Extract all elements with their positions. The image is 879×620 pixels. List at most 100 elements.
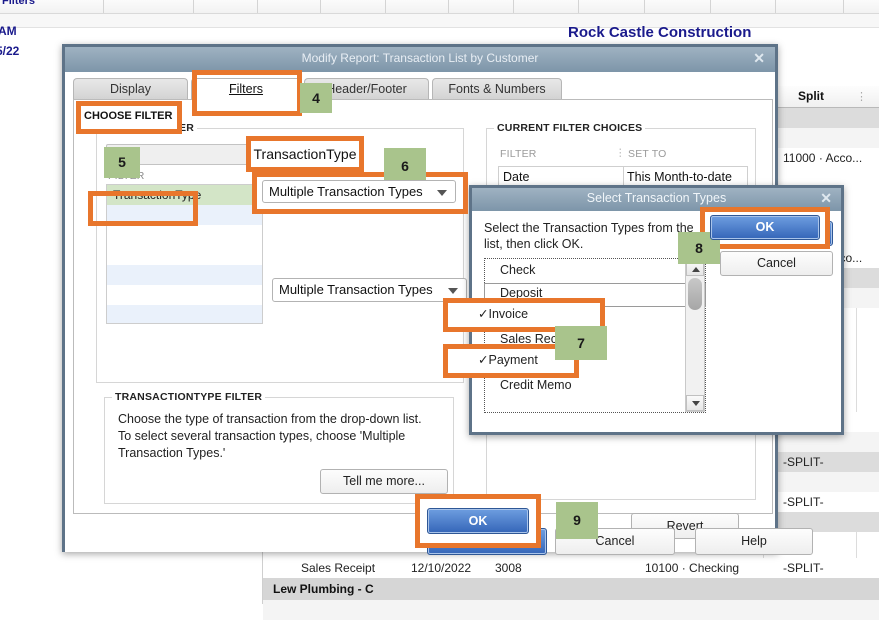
tab-display[interactable]: Display [73, 78, 188, 100]
list-item[interactable] [107, 225, 262, 245]
list-item-label: Credit Memo [500, 378, 572, 392]
cell-split: -SPLIT- [783, 455, 824, 469]
cell-split: -SPLIT- [783, 561, 824, 575]
cell-divider [623, 167, 624, 187]
modify-report-title: Modify Report: Transaction List by Custo… [301, 51, 539, 65]
list-item-sales-receipt[interactable]: Sales Receipt [485, 328, 705, 351]
cell-date: 12/10/2022 [411, 561, 472, 575]
scroll-up-button[interactable] [686, 260, 704, 276]
list-item-label: Invoice [500, 309, 540, 323]
chevron-down-icon[interactable] [448, 288, 458, 294]
tab-filters-label: Filters [228, 82, 264, 96]
filter-list[interactable]: TransactionType [106, 184, 263, 324]
table-row[interactable]: Sales Receipt 12/10/2022 3008 10100 · Ch… [263, 558, 879, 578]
select-types-cancel-label: Cancel [757, 256, 796, 270]
report-date-stamp: 5/22 [0, 44, 20, 58]
toolbar-divider [257, 0, 258, 13]
report-company-name: Rock Castle Construction [568, 24, 752, 41]
toolbar-divider [775, 0, 776, 13]
column-resize-handle-icon[interactable]: ⋮ [615, 147, 626, 159]
tab-fonts-numbers[interactable]: Fonts & Numbers [432, 78, 562, 100]
column-header-set-to: SET TO [628, 148, 667, 160]
toolbar-divider [513, 0, 514, 13]
modify-report-cancel-button[interactable]: Cancel [555, 528, 675, 555]
checkmark-icon: ✓ [489, 309, 500, 323]
modify-report-titlebar[interactable]: Modify Report: Transaction List by Custo… [65, 47, 775, 72]
list-item-check[interactable]: Check [485, 259, 705, 282]
modify-report-help-button[interactable]: Help [695, 528, 813, 555]
transaction-type-select-value: Multiple Transaction Types [279, 282, 433, 297]
toolbar-divider [320, 0, 321, 13]
modify-report-help-label: Help [741, 534, 767, 548]
cell-filter-name: Date [503, 170, 530, 184]
cell-transaction-type: Sales Receipt [301, 561, 376, 575]
filter-search-input[interactable]: tr [106, 144, 268, 165]
close-icon[interactable]: ✕ [753, 50, 765, 67]
list-item-label: Payment [500, 355, 550, 369]
select-transaction-types-titlebar[interactable]: Select Transaction Types ✕ [472, 188, 841, 211]
toolbar-divider [644, 0, 645, 13]
table-row[interactable] [263, 600, 879, 620]
list-item-payment[interactable]: ✓Payment [485, 351, 705, 374]
select-types-ok-label: OK [767, 226, 786, 240]
filter-list-column-header: FILTER [108, 170, 145, 182]
list-item-credit-memo[interactable]: Credit Memo [485, 374, 705, 397]
tab-filters[interactable]: Filters [191, 78, 301, 100]
list-item-invoice[interactable]: ✓Invoice [485, 305, 705, 328]
list-item-deposit[interactable]: Deposit [485, 282, 705, 305]
cell-split: 11000 · Acco... [783, 151, 863, 165]
checkmark-icon: ✓ [489, 355, 500, 369]
group-row-label: Lew Plumbing - C [273, 582, 374, 596]
triangle-up-icon [692, 267, 700, 272]
cell-num: 3008 [495, 561, 522, 575]
select-transaction-types-dialog: Select Transaction Types ✕ Select the Tr… [469, 185, 844, 435]
tell-me-more-label: Tell me more... [343, 474, 425, 488]
list-item[interactable] [107, 265, 262, 285]
toolbar-divider [385, 0, 386, 13]
tab-strip: Display Filters Header/Footer Fonts & Nu… [73, 78, 773, 100]
toolbar-divider [448, 0, 449, 13]
list-item[interactable] [107, 245, 262, 265]
transaction-type-select[interactable]: Multiple Transaction Types [272, 278, 467, 302]
select-types-ok-button[interactable]: OK [720, 221, 833, 246]
current-filter-choices-header: FILTER ⋮ SET TO [498, 147, 748, 166]
scrollbar-thumb[interactable] [688, 278, 702, 310]
list-item[interactable] [107, 205, 262, 225]
modify-report-ok-button[interactable]: OK [427, 528, 547, 555]
toolbar-divider [193, 0, 194, 13]
close-icon[interactable]: ✕ [820, 190, 832, 207]
list-item[interactable] [107, 305, 262, 323]
select-transaction-types-instruction: Select the Transaction Types from the li… [484, 221, 694, 251]
tab-header-footer[interactable]: Header/Footer [304, 78, 429, 100]
cell-account: 10100 · Checking [645, 561, 740, 575]
list-item[interactable] [107, 285, 262, 305]
choose-filter-group-title: CHOOSE FILTER [104, 122, 197, 134]
transactiontype-filter-description: Choose the type of transaction from the … [118, 412, 422, 460]
select-types-cancel-button[interactable]: Cancel [720, 251, 833, 276]
toolbar-filters-label: Filters [2, 0, 36, 7]
toolbar-divider [578, 0, 579, 13]
list-item-label: Check [500, 263, 536, 277]
list-item-label: Sales Receipt [500, 332, 578, 346]
toolbar-divider [843, 0, 844, 13]
report-time-stamp: AM [0, 24, 17, 38]
select-transaction-types-title: Select Transaction Types [586, 191, 727, 205]
cell-split: -SPLIT- [783, 495, 824, 509]
toolbar-divider [103, 0, 104, 13]
scroll-down-button[interactable] [686, 395, 704, 411]
list-item[interactable]: TransactionType [107, 185, 262, 205]
transaction-types-scrollbar[interactable] [685, 259, 705, 412]
triangle-down-icon [692, 401, 700, 406]
report-toolbar[interactable]: Filters [0, 0, 879, 14]
column-header-split[interactable]: Split [776, 89, 846, 103]
modify-report-ok-label: OK [477, 534, 497, 548]
column-header-filter: FILTER [500, 148, 537, 160]
transactiontype-filter-group-title: TRANSACTIONTYPE FILTER [112, 391, 266, 403]
list-item-label: Deposit [500, 286, 543, 300]
modify-report-cancel-label: Cancel [595, 534, 635, 548]
transaction-types-list[interactable]: Check Deposit ✓Invoice Sales Receipt ✓Pa… [484, 258, 706, 413]
cell-filter-value: This Month-to-date [627, 170, 732, 184]
table-group-row[interactable]: Lew Plumbing - C [263, 578, 879, 600]
tell-me-more-button[interactable]: Tell me more... [320, 469, 448, 494]
column-resize-handle-icon[interactable]: ⋮ [856, 90, 867, 103]
